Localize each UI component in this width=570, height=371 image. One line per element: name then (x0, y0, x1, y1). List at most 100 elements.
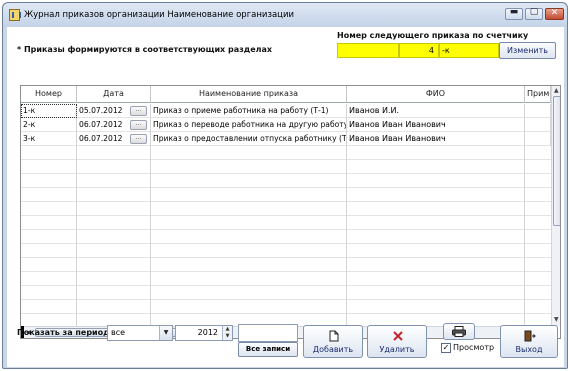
table-row[interactable]: 2-к 06.07.2012... Приказ о переводе рабо… (21, 118, 551, 132)
column-separator (76, 286, 77, 300)
cell-date[interactable]: 05.07.2012... (77, 104, 151, 118)
scroll-up-arrow-icon[interactable]: ▲ (554, 87, 559, 94)
empty-table-row (21, 146, 551, 160)
column-separator (76, 258, 77, 272)
cell-number[interactable]: 2-к (21, 118, 77, 132)
period-select[interactable]: все ▼ (107, 325, 173, 341)
spin-up-icon[interactable]: ▲ (223, 326, 232, 333)
column-header-fio[interactable]: ФИО (347, 86, 525, 103)
vertical-scroll-thumb[interactable] (553, 96, 560, 226)
column-separator (150, 244, 151, 258)
cell-note[interactable] (525, 118, 551, 132)
column-separator (346, 188, 347, 202)
dropdown-arrow-icon[interactable]: ▼ (159, 326, 172, 340)
app-icon (9, 9, 21, 21)
exit-button-label: Выход (515, 345, 543, 354)
cell-date[interactable]: 06.07.2012... (77, 132, 151, 146)
minimize-button[interactable]: ▬ (505, 7, 523, 20)
empty-table-row (21, 202, 551, 216)
delete-button[interactable]: Удалить (367, 325, 427, 358)
cell-fio[interactable]: Иванов И.И. (347, 104, 525, 118)
title-bar: Журнал приказов организации Наименование… (3, 3, 567, 27)
date-picker-button[interactable]: ... (130, 106, 147, 116)
table-row[interactable]: 1-к 05.07.2012... Приказ о приеме работн… (21, 104, 551, 118)
column-separator (150, 174, 151, 188)
column-separator (150, 188, 151, 202)
column-separator (150, 272, 151, 286)
cell-note[interactable] (525, 104, 551, 118)
print-button[interactable] (443, 323, 475, 340)
column-separator (76, 244, 77, 258)
preview-checkbox[interactable]: ✓ (441, 343, 451, 353)
column-separator (76, 216, 77, 230)
column-separator (524, 300, 525, 314)
window-title: Журнал приказов организации Наименование… (24, 10, 295, 20)
spin-down-icon[interactable]: ▼ (223, 333, 232, 340)
client-area: Номер следующего приказа по счетчику * П… (7, 27, 564, 367)
column-separator (524, 258, 525, 272)
close-button[interactable]: ✕ (545, 8, 564, 20)
cell-fio[interactable]: Иванов Иван Иванович (347, 118, 525, 132)
year-input[interactable]: 2012 ▲ ▼ (175, 325, 233, 341)
change-counter-button[interactable]: Изменить (499, 42, 556, 59)
maximize-icon: ▢ (529, 7, 539, 17)
column-separator (524, 202, 525, 216)
counter-prefix-field[interactable] (337, 43, 399, 58)
column-separator (524, 286, 525, 300)
date-picker-button[interactable]: ... (130, 134, 147, 144)
column-separator (346, 286, 347, 300)
empty-table-row (21, 216, 551, 230)
orders-table: Номер Дата Наименование приказа ФИО Прим… (20, 85, 561, 339)
add-button[interactable]: Добавить (303, 325, 363, 358)
column-separator (524, 160, 525, 174)
table-row[interactable]: 3-к 06.07.2012... Приказ о предоставлени… (21, 132, 551, 146)
cell-order-name[interactable]: Приказ о предоставлении отпуска работник… (151, 132, 347, 146)
empty-table-row (21, 300, 551, 314)
delete-button-label: Удалить (379, 345, 415, 354)
table-header: Номер Дата Наименование приказа ФИО Прим… (21, 86, 551, 103)
exit-button[interactable]: Выход (500, 325, 558, 358)
cell-number[interactable]: 1-к (21, 104, 77, 118)
empty-table-row (21, 244, 551, 258)
date-picker-button[interactable]: ... (130, 120, 147, 130)
column-separator (76, 188, 77, 202)
scroll-down-arrow-icon[interactable]: ▼ (554, 316, 559, 323)
column-separator (76, 272, 77, 286)
preview-checkmark: ✓ (442, 343, 450, 352)
cell-fio[interactable]: Иванов Иван Иванович (347, 132, 525, 146)
column-separator (76, 230, 77, 244)
column-separator (76, 300, 77, 314)
maximize-button[interactable]: ▢ (525, 7, 543, 20)
cell-note[interactable] (525, 132, 551, 146)
all-records-field[interactable] (238, 324, 298, 342)
column-separator (346, 300, 347, 314)
orders-note: * Приказы формируются в соответствующих … (17, 45, 273, 54)
year-spinner[interactable]: ▲ ▼ (222, 326, 232, 340)
column-header-note[interactable]: Приме (525, 86, 551, 103)
column-separator (524, 146, 525, 160)
column-header-number[interactable]: Номер (21, 86, 77, 103)
empty-table-row (21, 286, 551, 300)
counter-suffix-field[interactable]: -к (439, 43, 499, 58)
column-separator (346, 244, 347, 258)
counter-value-field[interactable]: 4 (399, 43, 439, 58)
column-separator (524, 216, 525, 230)
period-select-value: все (111, 328, 126, 337)
vertical-scrollbar[interactable]: ▲ ▼ (551, 86, 560, 326)
column-separator (346, 202, 347, 216)
column-separator (76, 146, 77, 160)
date-text: 06.07.2012 (79, 120, 123, 129)
column-separator (346, 146, 347, 160)
cell-date[interactable]: 06.07.2012... (77, 118, 151, 132)
column-header-order-name[interactable]: Наименование приказа (151, 86, 347, 103)
all-records-button[interactable]: Все записи (238, 342, 298, 357)
date-text: 05.07.2012 (79, 106, 123, 115)
column-header-date[interactable]: Дата (77, 86, 151, 103)
empty-table-row (21, 272, 551, 286)
empty-table-row (21, 188, 551, 202)
year-value: 2012 (197, 328, 218, 337)
column-separator (346, 160, 347, 174)
cell-order-name[interactable]: Приказ о приеме работника на работу (Т-1… (151, 104, 347, 118)
cell-number[interactable]: 3-к (21, 132, 77, 146)
cell-order-name[interactable]: Приказ о переводе работника на другую ра… (151, 118, 347, 132)
